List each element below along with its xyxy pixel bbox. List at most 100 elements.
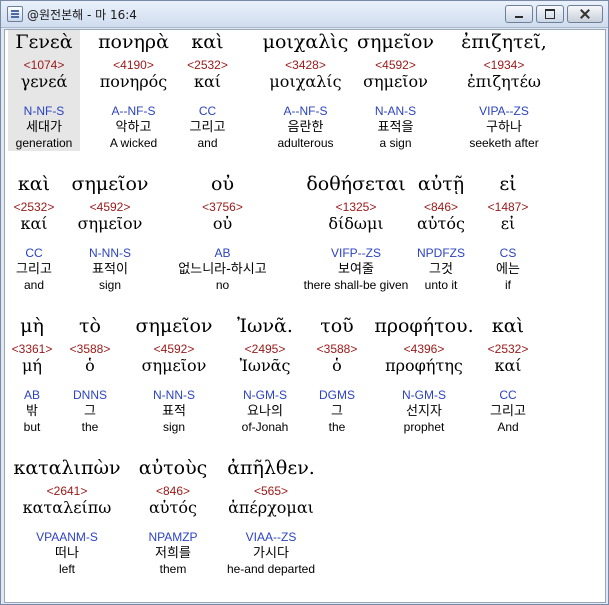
english-gloss: prophet — [403, 420, 445, 434]
korean-gloss: 저희를 — [155, 546, 191, 561]
morphology-code: N-NN-S — [89, 246, 131, 260]
lemma-word: Ἰωνᾶς — [239, 356, 291, 375]
korean-gloss: 없느니라-하시고 — [178, 262, 267, 277]
lemma-word: ὁ — [85, 356, 95, 375]
english-gloss: he-and departed — [226, 562, 316, 576]
lemma-word: ἀπέρχομαι — [228, 498, 314, 517]
lemma-word: καταλείπω — [22, 498, 112, 517]
lemma-word: οὐ — [212, 214, 233, 233]
word-token[interactable]: καταλιπὼν <2641> καταλείπω VPAANM-S 떠나 left — [8, 456, 126, 577]
lemma-word: δίδωμι — [328, 214, 384, 233]
lemma-word: καί — [20, 214, 48, 233]
lemma-word: σημεῖον — [141, 356, 207, 375]
greek-word: προφήτου. — [374, 315, 474, 337]
korean-gloss: 표적이 — [92, 262, 128, 277]
english-gloss: sign — [98, 278, 121, 292]
english-gloss: but — [23, 420, 41, 434]
strongs-number: <1487> — [487, 200, 529, 214]
app-icon — [7, 6, 23, 22]
word-token[interactable]: Γενεὰ <1074> γενεά N-NF-S 세대가 generation — [8, 30, 80, 151]
word-token[interactable]: ἐπιζητεῖ, <1934> ἐπιζητέω VIPA--ZS 구하나 seeket… — [449, 30, 559, 151]
word-token[interactable]: τοῦ <3588> ὁ DGMS 그 the — [306, 314, 368, 435]
english-gloss: the — [81, 420, 99, 434]
strongs-number: <4592> — [153, 342, 195, 356]
strongs-number: <1325> — [335, 200, 377, 214]
morphology-code: N-AN-S — [374, 104, 417, 118]
word-token[interactable]: ἀπῆλθεν. <565> ἀπέρχομαι VIAA--ZS 가시다 he-and … — [215, 456, 327, 577]
english-gloss: and — [197, 136, 218, 150]
lemma-word: ὁ — [332, 356, 342, 375]
morphology-code: NPAMZP — [148, 530, 198, 544]
greek-word: εἰ — [499, 173, 517, 195]
korean-gloss: 가시다 — [253, 546, 289, 561]
word-token[interactable]: σημεῖον <4592> σημεῖον N-AN-S 표적을 a sign — [345, 30, 446, 151]
english-gloss: if — [505, 278, 511, 292]
minimize-button[interactable] — [505, 5, 533, 23]
morphology-code: N-NF-S — [23, 104, 65, 118]
korean-gloss: 세대가 — [26, 120, 62, 135]
english-gloss: no — [215, 278, 230, 292]
english-gloss: And — [497, 420, 519, 434]
morphology-code: VIAA--ZS — [245, 530, 297, 544]
word-token[interactable]: καὶ <2532> καί CC 그리고 And — [480, 314, 536, 435]
morphology-code: VIFP--ZS — [331, 246, 381, 260]
greek-word: οὐ — [211, 173, 234, 195]
maximize-button[interactable] — [536, 5, 564, 23]
morphology-code: CS — [499, 246, 517, 260]
word-token[interactable]: αὐτῇ <846> αὐτός NPDFZS 그것 unto it — [408, 172, 474, 293]
greek-word: ἀπῆλθεν. — [227, 457, 315, 479]
greek-word: πονηρὰ — [98, 31, 169, 53]
lemma-word: μή — [22, 356, 42, 375]
strongs-number: <4592> — [89, 200, 131, 214]
word-token[interactable]: πονηρὰ <4190> πονηρός A--NF-S 악하고 A wicked — [85, 30, 182, 151]
morphology-code: A--NF-S — [111, 104, 156, 118]
word-token[interactable]: εἰ <1487> εἰ CS 에는 if — [478, 172, 538, 293]
greek-word: δοθήσεται — [306, 173, 406, 195]
word-token[interactable]: τὸ <3588> ὁ DNNS 그 the — [56, 314, 124, 435]
title-bar[interactable]: @원전본해 - 마 16:4 — [1, 1, 608, 28]
korean-gloss: 밖 — [26, 404, 38, 419]
word-token[interactable]: αὐτοὺς <846> αὐτός NPAMZP 저희를 them — [131, 456, 215, 577]
close-button[interactable] — [567, 5, 603, 23]
greek-word: αὐτῇ — [417, 173, 465, 195]
korean-gloss: 선지자 — [406, 404, 442, 419]
word-token[interactable]: οὐ <3756> οὐ AB 없느니라-하시고 no — [160, 172, 285, 293]
strongs-number: <3588> — [69, 342, 111, 356]
strongs-number: <2495> — [244, 342, 286, 356]
korean-gloss: 그 — [331, 404, 343, 419]
korean-gloss: 악하고 — [115, 120, 152, 135]
english-gloss: a sign — [379, 136, 412, 150]
morphology-code: NPDFZS — [417, 246, 465, 260]
word-token[interactable]: Ἰωνᾶ. <2495> Ἰωνᾶς N-GM-S 요나의 of-Jonah — [224, 314, 306, 435]
strongs-number: <4190> — [113, 58, 154, 72]
morphology-code: DNNS — [72, 388, 107, 402]
word-token[interactable]: καὶ <2532> καί CC 그리고 and — [175, 30, 240, 151]
greek-word: Ἰωνᾶ. — [237, 315, 293, 337]
strongs-number: <846> — [155, 484, 191, 498]
morphology-code: CC — [198, 104, 217, 118]
word-token[interactable]: σημεῖον <4592> σημεῖον N-NN-S 표적 sign — [124, 314, 224, 435]
english-gloss: A wicked — [109, 136, 158, 150]
lemma-word: καί — [193, 72, 222, 91]
greek-word: καὶ — [191, 31, 224, 53]
word-token[interactable]: μὴ <3361> μή AB 밖 but — [8, 314, 56, 435]
korean-gloss: 그것 — [429, 262, 453, 277]
strongs-number: <846> — [423, 200, 459, 214]
english-gloss: seeketh after — [469, 136, 539, 150]
korean-gloss: 보여줄 — [338, 262, 374, 277]
lemma-word: σημεῖον — [363, 72, 428, 91]
greek-word: αὐτοὺς — [138, 457, 208, 479]
word-token[interactable]: καὶ <2532> καί CC 그리고 and — [8, 172, 60, 293]
word-token[interactable]: προφήτου. <4396> προφήτης N-GM-S 선지자 prophet — [368, 314, 480, 435]
word-token[interactable]: δοθήσεται <1325> δίδωμι VIFP--ZS 보여줄 there sh… — [285, 172, 427, 293]
word-token[interactable]: σημεῖον <4592> σημεῖον N-NN-S 표적이 sign — [60, 172, 160, 293]
english-gloss: unto it — [424, 278, 458, 292]
morphology-code: VIPA--ZS — [479, 104, 529, 118]
korean-gloss: 요나의 — [247, 404, 283, 419]
lemma-word: σημεῖον — [77, 214, 143, 233]
strongs-number: <1074> — [23, 58, 65, 72]
greek-word: ἐπιζητεῖ, — [461, 31, 547, 53]
morphology-code: AB — [23, 388, 40, 402]
english-gloss: the — [328, 420, 346, 434]
morphology-code: CC — [499, 388, 517, 402]
